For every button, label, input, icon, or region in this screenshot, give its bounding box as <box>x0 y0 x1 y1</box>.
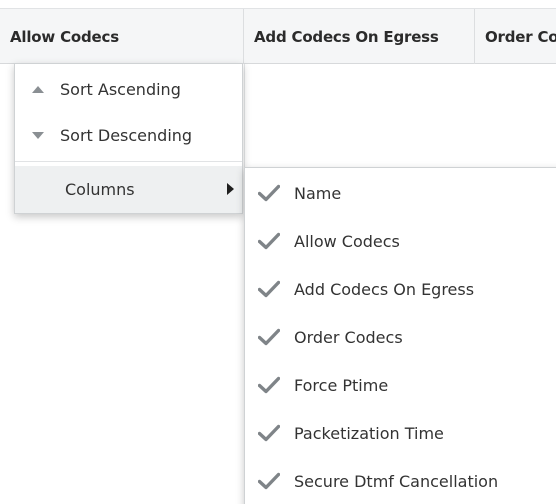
submenu-item-label: Add Codecs On Egress <box>294 279 475 299</box>
submenu-item-label: Force Ptime <box>294 375 389 395</box>
submenu-item-packetization-time[interactable]: Packetization Time <box>245 409 556 457</box>
checkmark-icon <box>258 280 280 298</box>
submenu-item-label: Order Codecs <box>294 327 403 347</box>
column-context-menu: Sort Ascending Sort Descending Columns <box>14 63 243 214</box>
column-header-allow-codecs[interactable]: Allow Codecs <box>0 9 244 64</box>
submenu-item-label: Allow Codecs <box>294 231 400 251</box>
checkmark-icon <box>258 232 280 250</box>
menu-item-label: Columns <box>65 180 135 199</box>
menu-item-sort-ascending[interactable]: Sort Ascending <box>15 66 242 112</box>
submenu-item-label: Packetization Time <box>294 423 444 443</box>
menu-item-sort-descending[interactable]: Sort Descending <box>15 112 242 158</box>
submenu-item-force-ptime[interactable]: Force Ptime <box>245 361 556 409</box>
sort-descending-icon <box>32 131 44 139</box>
checkmark-icon <box>258 328 280 346</box>
column-header-order-codecs[interactable]: Order Co <box>475 9 556 64</box>
submenu-item-secure-dtmf-cancellation[interactable]: Secure Dtmf Cancellation <box>245 457 556 504</box>
table-header-row: Allow Codecs Add Codecs On Egress Order … <box>0 8 556 64</box>
columns-submenu: Name Allow Codecs Add Codecs On Egress O… <box>244 167 556 504</box>
checkmark-icon <box>258 184 280 202</box>
submenu-item-label: Name <box>294 183 342 203</box>
column-header-menu-screen: Allow Codecs Add Codecs On Egress Order … <box>0 0 556 504</box>
menu-item-columns[interactable]: Columns <box>15 166 242 213</box>
sort-ascending-icon <box>32 85 44 93</box>
checkmark-icon <box>258 472 280 490</box>
submenu-item-label: Secure Dtmf Cancellation <box>294 471 499 491</box>
submenu-item-name[interactable]: Name <box>245 169 556 217</box>
checkmark-icon <box>258 376 280 394</box>
menu-item-label: Sort Descending <box>60 125 193 145</box>
chevron-right-icon <box>227 183 234 195</box>
submenu-item-order-codecs[interactable]: Order Codecs <box>245 313 556 361</box>
submenu-item-allow-codecs[interactable]: Allow Codecs <box>245 217 556 265</box>
column-header-add-codecs-on-egress[interactable]: Add Codecs On Egress <box>244 9 475 64</box>
menu-item-label: Sort Ascending <box>60 79 181 99</box>
submenu-item-add-codecs-on-egress[interactable]: Add Codecs On Egress <box>245 265 556 313</box>
menu-separator <box>15 161 242 162</box>
checkmark-icon <box>258 424 280 442</box>
